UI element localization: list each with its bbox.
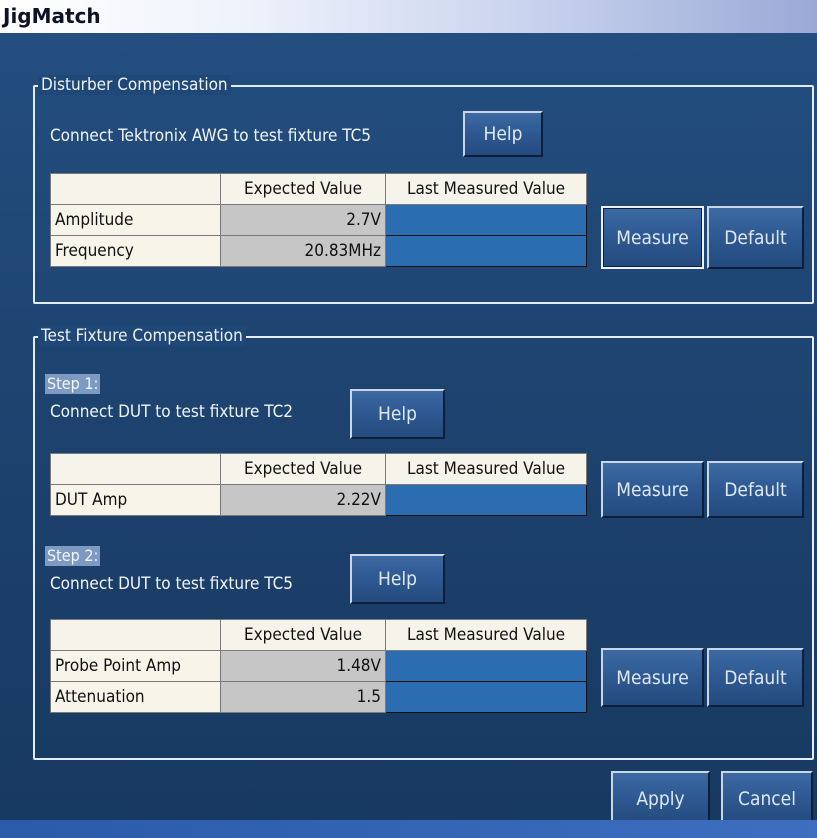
title-bar: JigMatch (0, 0, 817, 33)
disturber-legend-text: Disturber Compensation (41, 75, 228, 95)
disturber-help-button[interactable]: Help (463, 111, 543, 157)
disturber-table: Expected Value Last Measured Value Ampli… (50, 173, 587, 267)
step1-help-button[interactable]: Help (350, 389, 445, 439)
expected-value: 1.48V (220, 650, 386, 682)
table-header-row: Expected Value Last Measured Value (50, 453, 587, 485)
table-corner (50, 619, 221, 651)
step1-label: Step 1: (45, 374, 101, 394)
measured-value (385, 204, 587, 236)
table-row: Attenuation 1.5 (50, 681, 587, 713)
step1-default-button[interactable]: Default (707, 461, 804, 518)
table-header-row: Expected Value Last Measured Value (50, 173, 587, 205)
column-header: Expected Value (220, 453, 386, 485)
disturber-measure-button[interactable]: Measure (601, 206, 704, 269)
table-corner (50, 173, 221, 205)
fixture-legend-text: Test Fixture Compensation (41, 326, 243, 346)
expected-value: 2.22V (220, 484, 386, 516)
step2-label: Step 2: (45, 546, 101, 566)
measured-value (385, 650, 587, 682)
disturber-instruction: Connect Tektronix AWG to test fixture TC… (50, 126, 372, 146)
measured-value (385, 681, 587, 713)
apply-button[interactable]: Apply (611, 771, 710, 826)
step1-instruction: Connect DUT to test fixture TC2 (50, 402, 294, 422)
step2-table: Expected Value Last Measured Value Probe… (50, 619, 587, 713)
expected-value: 2.7V (220, 204, 386, 236)
table-row: DUT Amp 2.22V (50, 484, 587, 516)
expected-value: 1.5 (220, 681, 386, 713)
table-corner (50, 453, 221, 485)
step1-table: Expected Value Last Measured Value DUT A… (50, 453, 587, 516)
step2-help-button[interactable]: Help (350, 554, 445, 604)
window-title: JigMatch (3, 4, 101, 28)
row-label: Attenuation (50, 681, 221, 713)
table-row: Frequency 20.83MHz (50, 235, 587, 267)
measured-value (385, 484, 587, 516)
step1-measure-button[interactable]: Measure (601, 461, 704, 518)
table-row: Probe Point Amp 1.48V (50, 650, 587, 682)
disturber-legend: Disturber Compensation (38, 75, 231, 95)
column-header: Last Measured Value (385, 619, 587, 651)
table-row: Amplitude 2.7V (50, 204, 587, 236)
column-header: Expected Value (220, 619, 386, 651)
step2-measure-button[interactable]: Measure (601, 648, 704, 707)
measured-value (385, 235, 587, 267)
row-label: Amplitude (50, 204, 221, 236)
row-label: DUT Amp (50, 484, 221, 516)
expected-value: 20.83MHz (220, 235, 386, 267)
bottom-edge (0, 820, 817, 838)
column-header: Last Measured Value (385, 453, 587, 485)
cancel-button[interactable]: Cancel (721, 771, 813, 826)
disturber-default-button[interactable]: Default (707, 206, 804, 269)
fixture-legend: Test Fixture Compensation (38, 326, 246, 346)
step2-instruction: Connect DUT to test fixture TC5 (50, 574, 294, 594)
table-header-row: Expected Value Last Measured Value (50, 619, 587, 651)
column-header: Expected Value (220, 173, 386, 205)
row-label: Probe Point Amp (50, 650, 221, 682)
row-label: Frequency (50, 235, 221, 267)
step2-default-button[interactable]: Default (707, 648, 804, 707)
column-header: Last Measured Value (385, 173, 587, 205)
